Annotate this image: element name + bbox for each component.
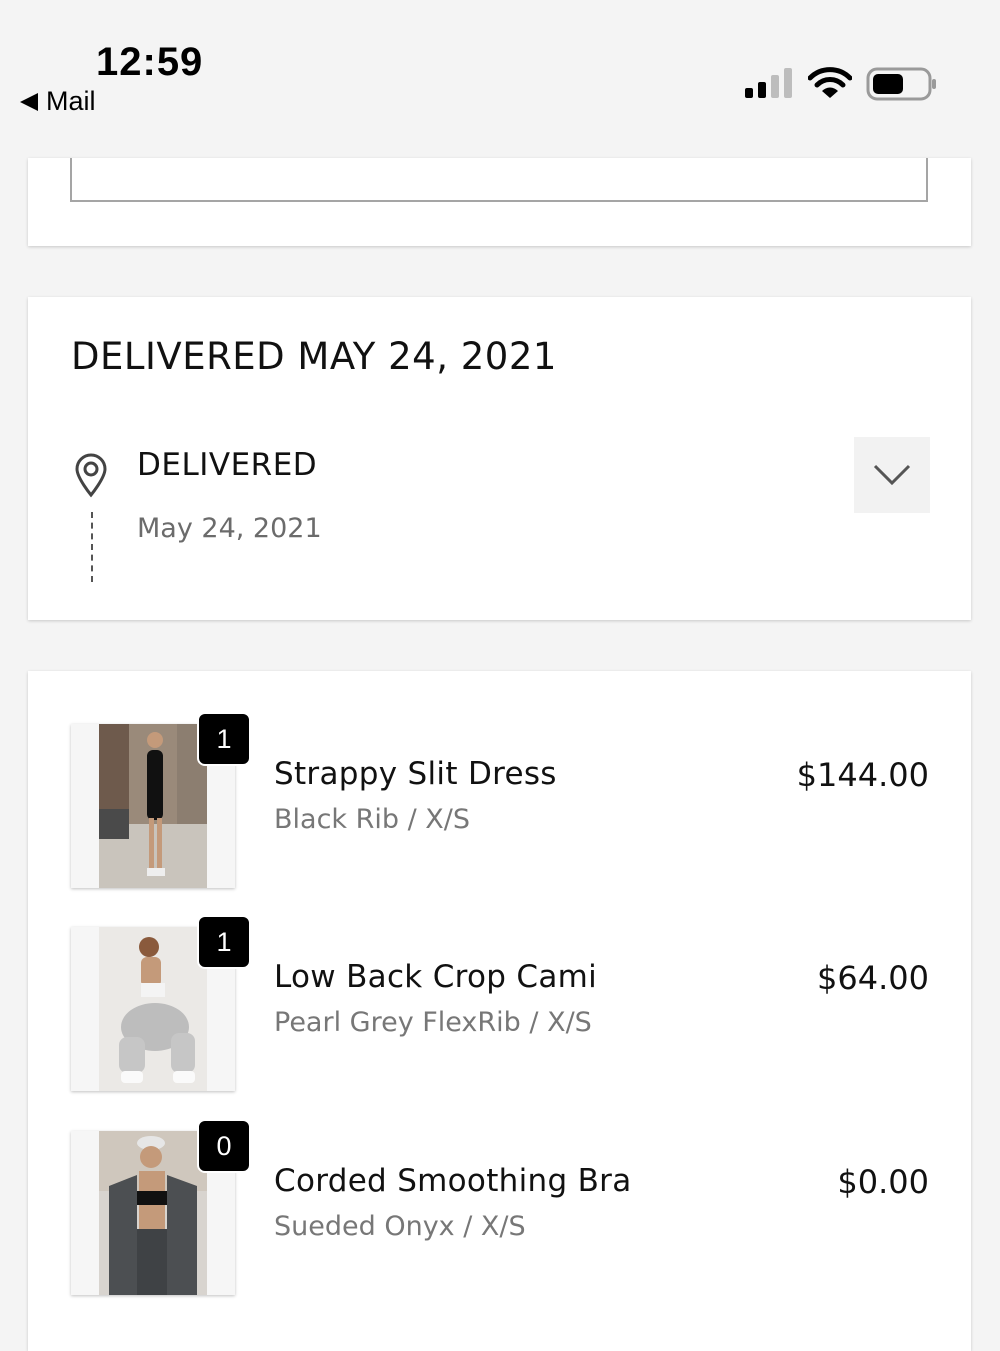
item-price: $144.00: [796, 756, 929, 794]
chevron-down-icon: [873, 464, 911, 486]
order-item[interactable]: 1 Strappy Slit Dress Black Rib / X/S $14…: [71, 712, 929, 889]
item-name[interactable]: Corded Smoothing Bra: [274, 1163, 632, 1199]
quantity-badge: 1: [197, 712, 251, 766]
tracking-date: May 24, 2021: [137, 513, 322, 544]
back-arrow-icon: [20, 92, 38, 111]
order-item[interactable]: 0 Corded Smoothing Bra Sueded Onyx / X/S…: [71, 1119, 929, 1296]
cellular-signal-icon: [745, 68, 792, 98]
item-variant: Pearl Grey FlexRib / X/S: [274, 1007, 592, 1038]
quantity-badge: 0: [197, 1119, 251, 1173]
wifi-icon: [808, 67, 852, 98]
product-photo: [99, 1131, 207, 1295]
timeline-line: [91, 512, 93, 582]
tracking-status: DELIVERED: [137, 447, 318, 483]
order-item[interactable]: 1 Low Back Crop Cami Pearl Grey FlexRib …: [71, 915, 929, 1092]
text-field[interactable]: [70, 158, 928, 202]
delivery-title: DELIVERED MAY 24, 2021: [71, 335, 557, 378]
battery-icon: [866, 67, 936, 101]
item-variant: Sueded Onyx / X/S: [274, 1211, 526, 1242]
item-price: $0.00: [837, 1163, 929, 1201]
location-pin-icon: [75, 453, 107, 498]
item-name[interactable]: Low Back Crop Cami: [274, 959, 597, 995]
delivery-status-card: DELIVERED MAY 24, 2021 DELIVERED May 24,…: [28, 297, 971, 620]
order-items-card: 1 Strappy Slit Dress Black Rib / X/S $14…: [28, 671, 971, 1351]
item-variant: Black Rib / X/S: [274, 804, 471, 835]
back-to-mail-link[interactable]: Mail: [20, 86, 96, 117]
item-price: $64.00: [817, 959, 929, 997]
item-name[interactable]: Strappy Slit Dress: [274, 756, 557, 792]
back-label: Mail: [46, 86, 96, 116]
clock-time: 12:59: [96, 40, 204, 84]
quantity-badge: 1: [197, 915, 251, 969]
expand-tracking-button[interactable]: [854, 437, 930, 513]
product-photo: [99, 927, 207, 1091]
product-photo: [99, 724, 207, 888]
notes-card: [28, 158, 971, 246]
status-bar: 12:59 Mail: [0, 0, 1000, 158]
